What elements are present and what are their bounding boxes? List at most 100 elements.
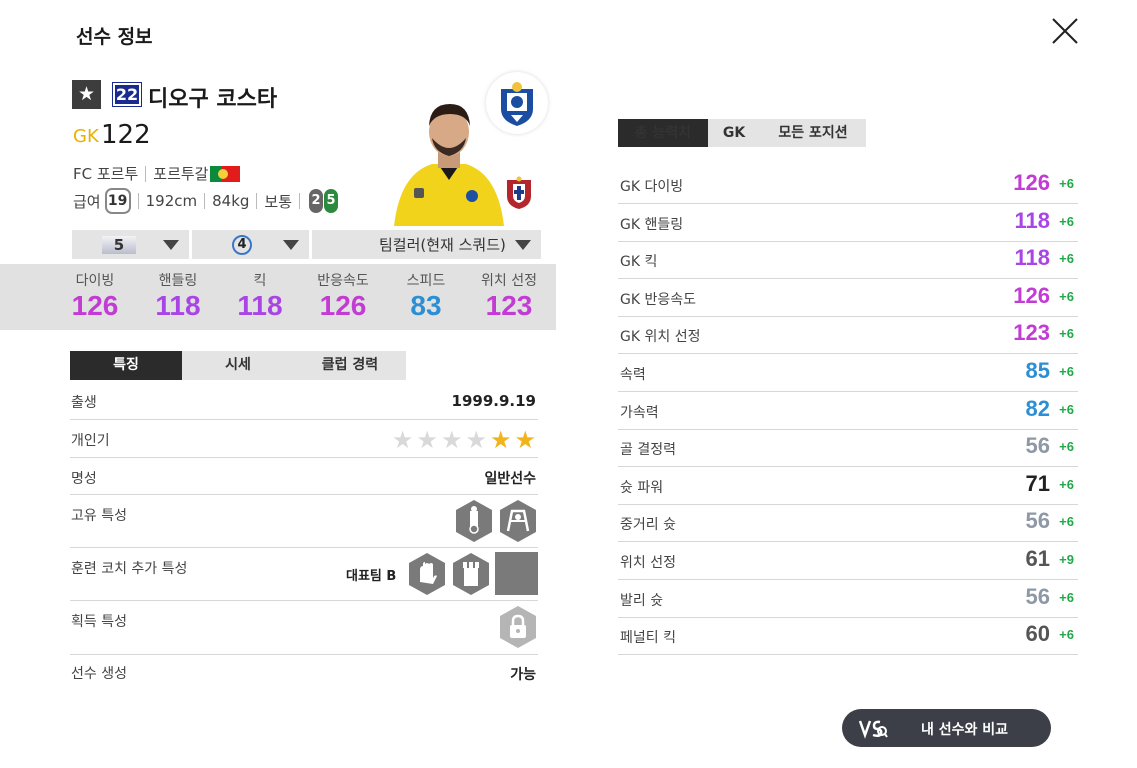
stat-label: 스피드: [406, 273, 446, 289]
stat-diving: 다이빙 126: [53, 270, 137, 322]
stat-speed: 스피드 83: [384, 270, 468, 322]
attribute-bonus: +6: [1059, 251, 1074, 266]
unique-trait-row: 고유 특성: [70, 495, 538, 548]
body-type: 보통: [264, 192, 293, 211]
star-icon: ★: [440, 426, 463, 454]
club-badge: [486, 72, 548, 134]
stat-handling: 핸들링 118: [136, 270, 220, 322]
player-ovr: 122: [101, 120, 151, 150]
attribute-row: 위치 선정 61 +9: [618, 542, 1078, 580]
attribute-value: 82: [1025, 396, 1050, 421]
creation-label: 선수 생성: [71, 666, 127, 682]
attribute-bonus: +6: [1059, 590, 1074, 605]
attribute-row: GK 다이빙 126 +6: [618, 166, 1078, 204]
level-value: 5: [102, 235, 136, 254]
birth-value: 1999.9.19: [451, 392, 536, 410]
empty-trait-slot[interactable]: [495, 552, 538, 595]
tab-traits[interactable]: 특징: [70, 351, 182, 380]
tab-all-positions[interactable]: 모든 포지션: [760, 119, 866, 147]
tab-total-stats[interactable]: 총 능력치: [618, 119, 708, 147]
attribute-bonus: +6: [1059, 439, 1074, 454]
lock-icon[interactable]: [498, 605, 538, 649]
popularity-label: 개인기: [71, 433, 110, 449]
player-position: GK: [73, 126, 99, 147]
stat-label: 반응속도: [317, 273, 369, 289]
trait-tower-icon[interactable]: [451, 552, 491, 596]
attribute-row: GK 위치 선정 123 +6: [618, 316, 1078, 354]
attribute-value: 118: [1014, 208, 1051, 233]
grade-value: 4: [232, 234, 252, 255]
star-icon: ★: [489, 426, 512, 454]
attribute-value: 118: [1014, 245, 1051, 270]
stat-label: 킥: [253, 273, 267, 289]
stat-value: 123: [485, 290, 533, 321]
level-selector[interactable]: 5: [72, 230, 189, 259]
star-icon: ★: [391, 426, 414, 454]
attribute-bonus: +6: [1059, 364, 1074, 379]
attribute-name: GK 반응속도: [620, 292, 696, 308]
coach-trait-label: 훈련 코치 추가 특성: [71, 561, 188, 577]
divider: [204, 193, 206, 209]
trait-tower-icon[interactable]: [454, 499, 494, 543]
page-title: 선수 정보: [76, 26, 153, 48]
team-color-selector[interactable]: 팀컬러(현재 스쿼드): [312, 230, 541, 259]
creation-row: 선수 생성 가능: [70, 655, 538, 693]
attribute-bonus: +6: [1059, 176, 1074, 191]
attribute-value: 56: [1025, 433, 1050, 458]
attribute-bonus: +6: [1059, 627, 1074, 642]
chevron-down-icon: [283, 239, 299, 250]
attribute-name: 중거리 슛: [620, 517, 676, 533]
attribute-name: 속력: [620, 367, 646, 383]
attribute-name: GK 핸들링: [620, 217, 684, 233]
salary-label: 급여: [73, 192, 101, 211]
attribute-row: 가속력 82 +6: [618, 392, 1078, 430]
player-name: 디오구 코스타: [148, 87, 278, 112]
popularity-stars: ★ ★ ★ ★ ★ ★: [392, 428, 536, 452]
grade-selector[interactable]: 4: [192, 230, 309, 259]
stat-positioning: 위치 선정 123: [467, 270, 551, 322]
star-icon: ★: [465, 426, 487, 454]
divider: [137, 193, 139, 209]
attribute-value: 71: [1025, 471, 1050, 496]
trait-glove-icon[interactable]: [407, 552, 447, 596]
stat-value: 126: [71, 290, 119, 321]
favorite-star-icon[interactable]: ★: [72, 80, 101, 109]
attribute-row: 골 결정력 56 +6: [618, 429, 1078, 467]
tab-market-price[interactable]: 시세: [182, 351, 294, 380]
stat-reflexes: 반응속도 126: [301, 270, 385, 322]
chevron-down-icon: [163, 239, 179, 250]
attribute-name: GK 위치 선정: [620, 329, 701, 345]
birth-row: 출생 1999.9.19: [70, 382, 538, 420]
attribute-name: 가속력: [620, 405, 659, 421]
stat-value: 126: [319, 290, 367, 321]
compare-button[interactable]: 내 선수와 비교: [842, 709, 1051, 747]
tab-gk[interactable]: GK: [708, 119, 760, 147]
attribute-value: 61: [1025, 546, 1050, 571]
popularity-row: 개인기 ★ ★ ★ ★ ★ ★: [70, 420, 538, 458]
attribute-bonus: +6: [1059, 326, 1074, 341]
acquired-trait-label: 획득 특성: [71, 614, 127, 630]
close-icon[interactable]: [1048, 14, 1082, 48]
tab-club-history[interactable]: 클럽 경력: [294, 351, 406, 380]
portugal-flag-icon: [210, 165, 241, 182]
trait-goal-icon[interactable]: [498, 499, 538, 543]
attribute-row: 슛 파워 71 +6: [618, 467, 1078, 505]
star-icon: ★: [416, 426, 438, 454]
coach-trait-row: 훈련 코치 추가 특성 대표팀 B: [70, 548, 538, 601]
attribute-name: GK 킥: [620, 254, 658, 270]
attribute-row: 발리 슛 56 +6: [618, 580, 1078, 618]
height: 192cm: [145, 192, 198, 210]
attribute-bonus: +6: [1059, 214, 1074, 229]
divider: [256, 193, 258, 209]
fc-porto-crest-icon: [501, 82, 533, 126]
stat-value: 118: [155, 290, 201, 321]
stat-summary-band: 다이빙 126 핸들링 118 킥 118 반응속도 126 스피드 83 위치…: [0, 264, 556, 330]
salary-badge: 19: [104, 188, 131, 214]
player-number-badge: 22: [112, 82, 142, 107]
attribute-row: GK 킥 118 +6: [618, 241, 1078, 279]
right-foot-rating: 5: [324, 189, 339, 213]
stat-label: 핸들링: [158, 273, 198, 289]
attribute-bonus: +6: [1059, 477, 1074, 492]
attribute-bonus: +9: [1059, 552, 1074, 567]
attribute-value: 56: [1025, 508, 1050, 533]
